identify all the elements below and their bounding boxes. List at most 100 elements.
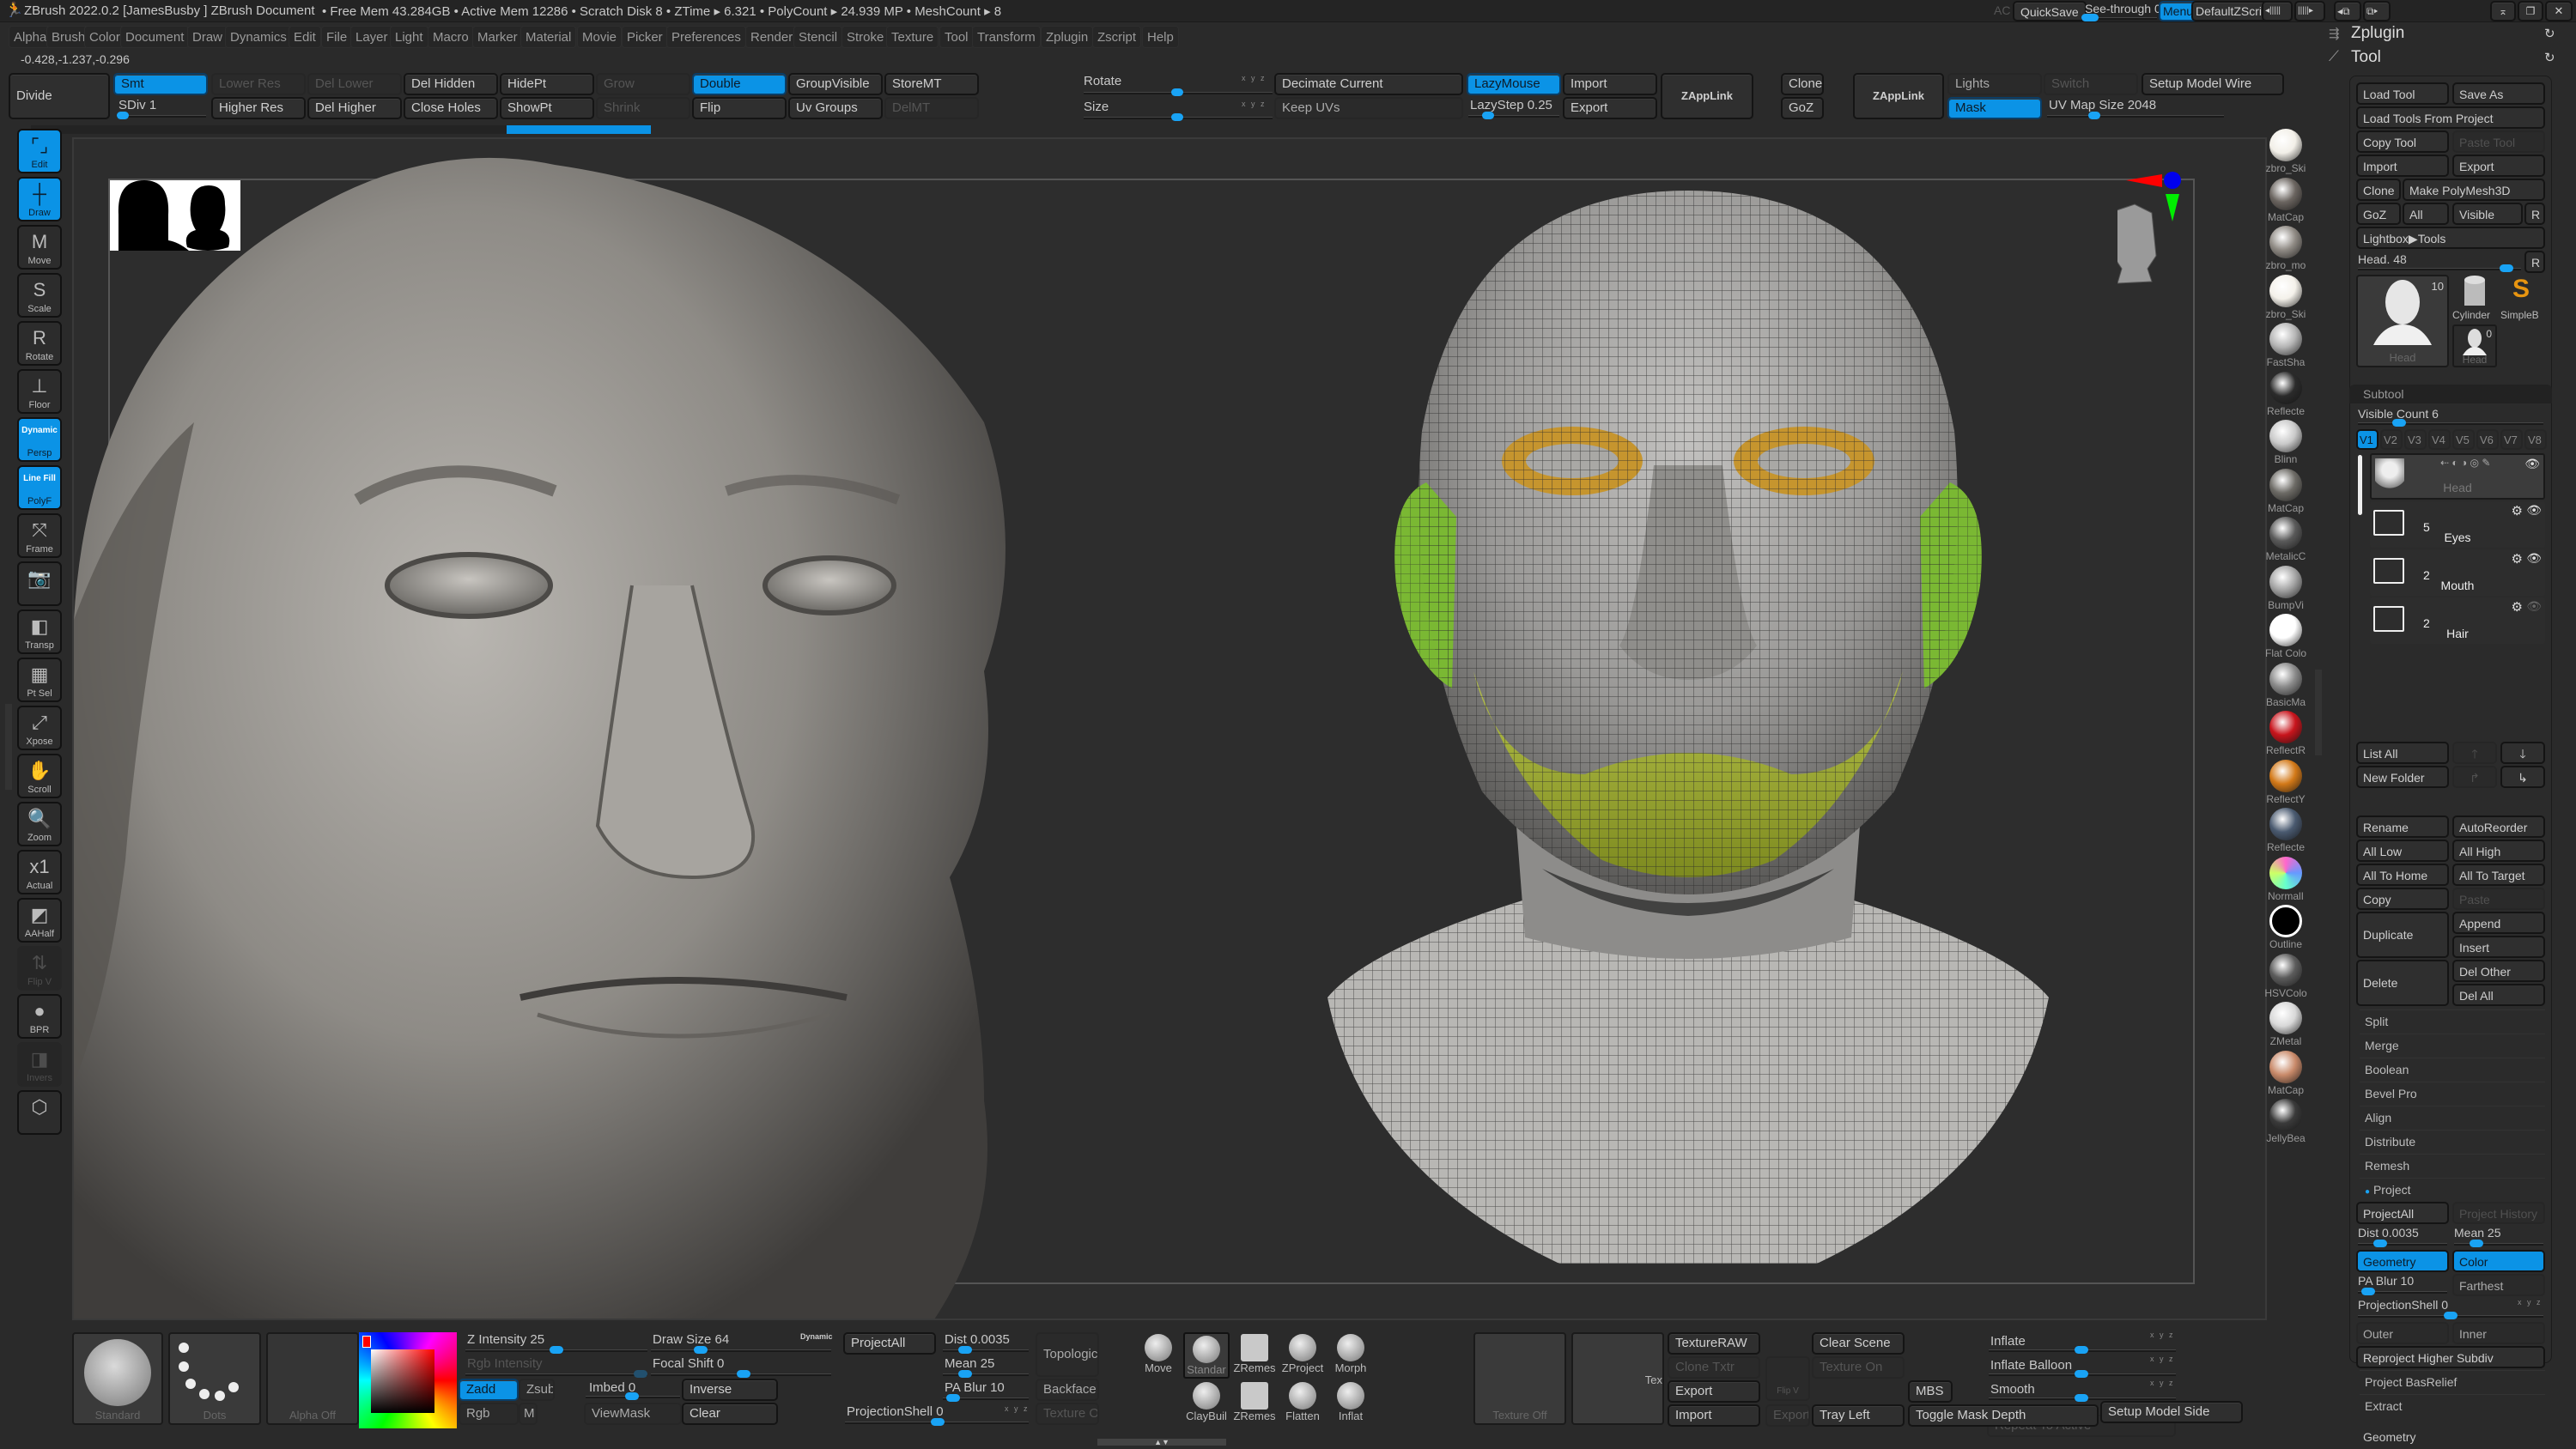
size-slider[interactable] bbox=[1084, 113, 1273, 121]
all-low-button[interactable]: All Low bbox=[2356, 840, 2449, 862]
tool-transp-button[interactable]: ◧ Transp bbox=[17, 609, 62, 654]
tool-scale-button[interactable]: S Scale bbox=[17, 273, 62, 318]
clear-scene-button[interactable]: Clear Scene bbox=[1812, 1332, 1905, 1355]
menu-movie[interactable]: Movie bbox=[577, 26, 623, 48]
material-swatch[interactable]: FastSha bbox=[2262, 323, 2310, 371]
del-other-button[interactable]: Del Other bbox=[2452, 960, 2545, 982]
brush-shortcut-standar[interactable]: Standar bbox=[1183, 1332, 1230, 1379]
divide-button[interactable]: Divide bbox=[9, 73, 110, 119]
visibility-set-v2[interactable]: V2 bbox=[2380, 429, 2403, 450]
tool-polyf-button[interactable]: Line Fill PolyF bbox=[17, 465, 62, 510]
menu-material[interactable]: Material bbox=[520, 26, 577, 48]
lower-res-button[interactable]: Lower Res bbox=[211, 73, 306, 95]
draw-size-knob[interactable] bbox=[694, 1346, 708, 1354]
material-swatch[interactable]: BumpVi bbox=[2262, 565, 2310, 614]
tool-goz-button[interactable]: GoZ bbox=[2356, 203, 2401, 225]
quicksave-button[interactable]: QuickSave bbox=[2013, 1, 2087, 21]
visibility-set-v6[interactable]: V6 bbox=[2476, 429, 2499, 450]
rotate-knob[interactable] bbox=[1171, 88, 1183, 96]
material-swatch[interactable]: Reflecte bbox=[2262, 808, 2310, 856]
menu-dynamics[interactable]: Dynamics bbox=[225, 26, 292, 48]
layout-prev-button[interactable]: ◂⧉ bbox=[2334, 1, 2361, 21]
tool-cube-button[interactable]: ⬡ bbox=[17, 1090, 62, 1135]
move-out-folder-button[interactable]: ↳ bbox=[2500, 766, 2545, 788]
layout-next-button[interactable]: ⧉▸ bbox=[2363, 1, 2391, 21]
tray-left-button[interactable]: Tray Left bbox=[1812, 1404, 1905, 1427]
material-swatch[interactable]: JellyBea bbox=[2262, 1099, 2310, 1147]
mask-toggle[interactable]: Mask bbox=[1947, 97, 2042, 119]
material-swatch[interactable]: Blinn bbox=[2262, 420, 2310, 468]
shrink-button[interactable]: Shrink bbox=[596, 97, 690, 119]
lightbox-tools-button[interactable]: Lightbox▶Tools bbox=[2356, 227, 2545, 249]
tool-bpr-button[interactable]: ● BPR bbox=[17, 994, 62, 1039]
menu-tool[interactable]: Tool bbox=[939, 26, 974, 48]
section-boolean[interactable]: Boolean bbox=[2360, 1058, 2545, 1082]
seethrough-slider[interactable] bbox=[2081, 14, 2157, 21]
visibility-eye-icon[interactable]: 👁 bbox=[2524, 457, 2540, 471]
restore-button[interactable]: ❐ bbox=[2518, 1, 2543, 21]
material-swatch[interactable]: MetalicC bbox=[2262, 517, 2310, 565]
stroke-thumb[interactable]: Dots bbox=[168, 1332, 261, 1425]
uv-map-size-knob[interactable] bbox=[2088, 112, 2100, 119]
tool-thumb-simplebrush[interactable]: S SimpleB bbox=[2500, 275, 2545, 323]
append-button[interactable]: Append bbox=[2452, 912, 2545, 934]
visibility-eye-icon[interactable]: 👁 bbox=[2526, 551, 2542, 566]
projectall-button[interactable]: ProjectAll bbox=[2356, 1202, 2449, 1224]
focal-shift-knob[interactable] bbox=[737, 1370, 750, 1378]
alpha-thumb[interactable]: Alpha Off bbox=[266, 1332, 359, 1425]
menu-preferences[interactable]: Preferences bbox=[666, 26, 746, 48]
imbed-knob[interactable] bbox=[625, 1392, 639, 1400]
menu-picker[interactable]: Picker bbox=[622, 26, 668, 48]
material-swatch[interactable]: ReflectR bbox=[2262, 711, 2310, 759]
material-swatch[interactable]: Reflecte bbox=[2262, 371, 2310, 420]
navigation-gizmo[interactable] bbox=[2117, 170, 2212, 307]
material-swatch[interactable]: zbro_Ski bbox=[2262, 274, 2310, 323]
tool-reset-icon[interactable]: ↻ bbox=[2544, 50, 2555, 65]
menu-render[interactable]: Render bbox=[745, 26, 799, 48]
project-color-toggle[interactable]: Color bbox=[2452, 1250, 2545, 1272]
tool-export-button[interactable]: Export bbox=[2452, 155, 2545, 177]
inflate-knob[interactable] bbox=[2075, 1346, 2088, 1354]
material-swatch[interactable]: Outline bbox=[2262, 905, 2310, 953]
lazymouse-toggle[interactable]: LazyMouse bbox=[1467, 73, 1561, 95]
paste-tool-button[interactable]: Paste Tool bbox=[2452, 130, 2545, 153]
sdiv-slider[interactable] bbox=[117, 112, 206, 119]
visibility-set-v8[interactable]: V8 bbox=[2524, 429, 2547, 450]
tool-invers-button[interactable]: ◨ Invers bbox=[17, 1042, 62, 1087]
all-high-button[interactable]: All High bbox=[2452, 840, 2545, 862]
brush-shortcut-zproject[interactable]: ZProject bbox=[1279, 1332, 1326, 1379]
z-intensity-slider[interactable] bbox=[465, 1346, 647, 1354]
setup-model-wire-button[interactable]: Setup Model Wire bbox=[2142, 73, 2284, 95]
folder-gear-icon[interactable]: ⚙ bbox=[2512, 599, 2523, 615]
list-all-button[interactable]: List All bbox=[2356, 742, 2449, 764]
subtool-item[interactable]: 2 Mouth 👁 ⚙ bbox=[2370, 549, 2545, 596]
ac-label[interactable]: AC bbox=[1994, 3, 2010, 17]
project-history-button[interactable]: Project History bbox=[2452, 1202, 2545, 1224]
farthest-toggle[interactable]: Farthest bbox=[2452, 1274, 2545, 1296]
goz-r-button[interactable]: R bbox=[2524, 203, 2545, 225]
tool-move-button[interactable]: M Move bbox=[17, 225, 62, 270]
bottom-pa-blur-slider[interactable] bbox=[943, 1394, 1029, 1402]
tool-camera-button[interactable]: 📷 bbox=[17, 561, 62, 606]
tool-aahalf-button[interactable]: ◩ AAHalf bbox=[17, 898, 62, 943]
bottom-projection-shell-slider[interactable] bbox=[845, 1418, 1029, 1426]
close-holes-button[interactable]: Close Holes bbox=[404, 97, 498, 119]
rgb-intensity-slider[interactable] bbox=[465, 1370, 647, 1378]
all-to-home-button[interactable]: All To Home bbox=[2356, 864, 2449, 886]
inflate-balloon-xyz[interactable]: x y z bbox=[2150, 1355, 2175, 1363]
project-basrelief-section[interactable]: Project BasRelief bbox=[2360, 1370, 2545, 1394]
brush-shortcut-move[interactable]: Move bbox=[1135, 1332, 1182, 1379]
m-toggle[interactable]: M bbox=[519, 1403, 538, 1425]
bottom-texture-on-toggle[interactable]: Texture On bbox=[1036, 1403, 1099, 1425]
inverse-button[interactable]: Inverse bbox=[682, 1379, 778, 1401]
hidept-button[interactable]: HidePt bbox=[500, 73, 594, 95]
material-swatch[interactable]: MatCap bbox=[2262, 177, 2310, 226]
higher-res-button[interactable]: Higher Res bbox=[211, 97, 306, 119]
imbed-slider[interactable] bbox=[586, 1392, 680, 1400]
bottom-projection-shell-xyz[interactable]: x y z bbox=[1005, 1404, 1030, 1413]
tool-import-button[interactable]: Import bbox=[2356, 155, 2449, 177]
subtool-toggles-icon[interactable]: ⇠ ◐ ◑ ◎ ✎ bbox=[2440, 457, 2490, 469]
mbs-button[interactable]: MBS bbox=[1908, 1380, 1953, 1403]
folder-gear-icon[interactable]: ⚙ bbox=[2512, 551, 2523, 567]
tool-draw-button[interactable]: ┼ Draw bbox=[17, 177, 62, 221]
